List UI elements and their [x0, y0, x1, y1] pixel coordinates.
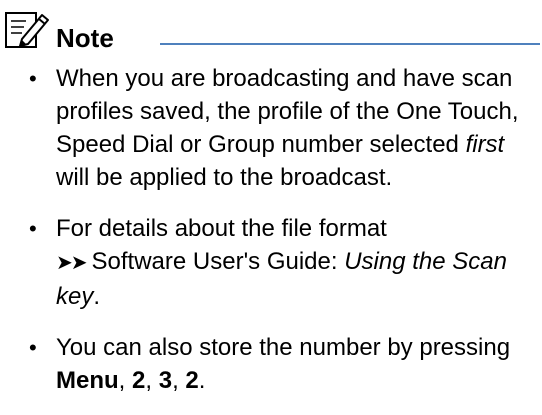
pencil-note-icon	[5, 12, 49, 48]
note-title: Note	[56, 23, 114, 53]
item-text: You can also store the number by pressin…	[56, 334, 511, 361]
bullet-icon: •	[29, 216, 37, 241]
double-arrow-icon: ➤➤	[56, 252, 87, 274]
separator: ,	[145, 367, 159, 394]
item-text: .	[93, 283, 101, 310]
key-label: 2	[185, 367, 199, 394]
key-label: 3	[158, 367, 173, 394]
separator: ,	[118, 367, 133, 394]
list-item: • You can also store the number by press…	[0, 331, 542, 397]
item-text: For details about the file format	[56, 215, 387, 242]
item-text: will be applied to the broadcast.	[56, 164, 393, 191]
note-bullet-list: • When you are broadcasting and have sca…	[0, 62, 542, 415]
list-item: • For details about the file format ➤➤ So…	[0, 212, 542, 313]
bullet-icon: •	[29, 335, 37, 360]
item-text: Software User's Guide:	[91, 248, 345, 275]
item-text: .	[198, 367, 206, 394]
note-header: Note	[0, 0, 542, 60]
menu-key-label: Menu	[56, 367, 119, 394]
list-item: • When you are broadcasting and have sca…	[0, 62, 542, 194]
separator: ,	[172, 367, 186, 394]
item-text: When you are broadcasting and have scan …	[56, 65, 519, 158]
key-label: 2	[132, 367, 146, 394]
item-emphasis: first	[465, 131, 505, 158]
note-divider	[160, 43, 540, 45]
bullet-icon: •	[29, 66, 37, 91]
